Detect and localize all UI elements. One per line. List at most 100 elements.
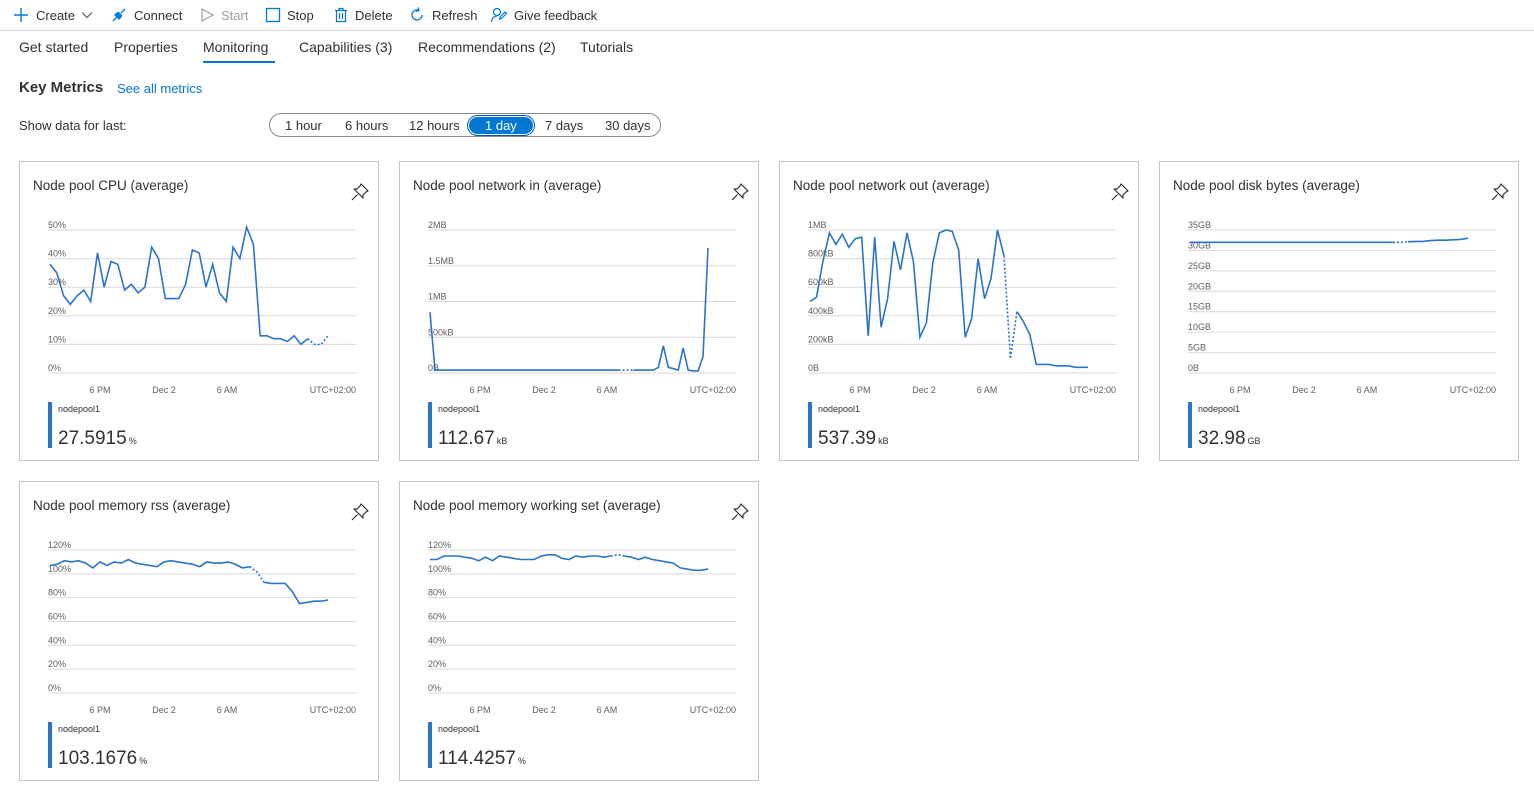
y-tick-label: 40% [48,249,66,259]
range-12-hours[interactable]: 12 hours [409,118,460,133]
cpu-chart: 0% 10% 20% 30% 40% 50% 6 PM Dec 2 6 AM UTC+02:00 [48,220,356,395]
legend-series-name: nodepool1 [438,724,481,734]
y-tick-label: 20% [428,659,446,669]
metric-card-disk-bytes[interactable]: 0B 5GB 10GB 15GB 20GB 25GB 30GB 35GB 6 PM Dec 26 … [1159,161,1519,461]
range-1-hour[interactable]: 1 hour [285,118,322,133]
series-line [429,312,619,371]
y-tick-label: 25GB [1188,261,1211,271]
x-tick-label: 6 AM [217,385,238,395]
refresh-button[interactable]: Refresh [408,4,478,26]
x-tick-label: Dec 2 [912,385,936,395]
legend-value: 114.4257% [438,748,526,770]
legend-color-bar [48,402,52,448]
pin-icon[interactable] [730,502,750,522]
y-tick-label: 80% [48,588,66,598]
pin-icon[interactable] [730,182,750,202]
value-unit: GB [1247,436,1261,446]
x-tick-label: 6 PM [89,705,110,715]
x-tick-label: Dec 2 [1292,385,1316,395]
legend-series-name: nodepool1 [58,724,101,734]
x-tick-label: 6 PM [89,385,110,395]
x-tick-label: UTC+02:00 [1450,385,1496,395]
x-tick-label: Dec 2 [532,385,556,395]
series-line [1016,311,1088,369]
y-tick-label: 35GB [1188,220,1211,230]
y-tick-label: 600kB [808,277,834,287]
y-tick-label: 100% [428,564,451,574]
refresh-label: Refresh [432,7,478,23]
x-tick-label: UTC+02:00 [310,385,356,395]
tab-recommendations[interactable]: Recommendations (2) [418,39,556,55]
see-all-metrics-link[interactable]: See all metrics [117,81,202,96]
range-1-day[interactable]: 1 day [469,117,533,134]
metric-card-cpu[interactable]: 0% 10% 20% 30% 40% 50% 6 PM Dec 26 AM UTC+02:00 … [19,161,379,461]
x-tick-label: UTC+02:00 [690,385,736,395]
legend-series-name: nodepool1 [58,404,101,414]
create-button[interactable]: Create [12,4,93,26]
value-number: 112.67 [438,428,495,449]
pin-icon[interactable] [1110,182,1130,202]
legend-value: 32.98 GB [1198,428,1261,450]
y-tick-label: 30% [48,277,66,287]
pin-icon[interactable] [350,182,370,202]
y-tick-label: 50% [48,220,66,230]
y-tick-label: 0B [808,363,819,373]
legend-color-bar [428,722,432,768]
card-title: Node pool disk bytes (average) [1173,178,1360,193]
delete-button[interactable]: Delete [333,4,393,26]
series-line [49,558,250,569]
pin-icon[interactable] [1490,182,1510,202]
active-tab-indicator [203,61,275,63]
y-tick-label: 0% [428,683,441,693]
stop-button[interactable]: Stop [265,4,314,26]
y-tick-label: 120% [48,540,71,550]
series-line [1407,237,1469,243]
start-button[interactable]: Start [199,4,248,26]
refresh-icon [408,6,426,24]
tab-properties[interactable]: Properties [114,39,178,55]
series-line-gap [249,566,265,583]
give-feedback-button[interactable]: Give feedback [490,4,597,26]
x-tick-label: 6 PM [849,385,870,395]
value-number: 114.4257 [438,748,516,769]
connect-button[interactable]: Connect [110,4,182,26]
legend-color-bar [428,402,432,448]
metric-card-network-out[interactable]: 0B 200kB 400kB 600kB 800kB 1MB 6 PM Dec 2 6 AM UT… [779,161,1139,461]
legend-value: 537.39 kB [818,428,889,450]
card-title: Node pool CPU (average) [33,178,189,193]
y-tick-label: 0B [1188,363,1199,373]
y-tick-label: 1MB [428,292,447,302]
metric-card-memory-rss[interactable]: 0% 20% 40% 60% 80% 100% 120% 6 PM Dec 26 AM UTC+0… [19,481,379,781]
start-label: Start [221,7,249,23]
create-label: Create [36,7,76,23]
chevron-down-icon [81,9,93,21]
series-line-gap [1003,255,1018,359]
tab-get-started[interactable]: Get started [19,39,88,55]
tab-tutorials[interactable]: Tutorials [580,39,633,55]
show-data-label: Show data for last: [19,118,127,133]
range-7-days[interactable]: 7 days [545,118,583,133]
legend-color-bar [48,722,52,768]
metric-card-network-in[interactable]: 0B 500kB 1MB 1.5MB 2MB 6 PM Dec 26 AM UTC+02:00… [399,161,759,461]
y-tick-label: 400kB [808,306,834,316]
range-30-days[interactable]: 30 days [605,118,651,133]
tab-monitoring[interactable]: Monitoring [203,39,268,55]
card-title: Node pool memory rss (average) [33,498,231,513]
y-tick-label: 5GB [1188,343,1206,353]
metric-card-memory-working-set[interactable]: 0% 20% 40% 60% 80% 100% 120% 6 PM Dec 2 6 AM UTC+0… [399,481,759,781]
range-6-hours[interactable]: 6 hours [345,118,388,133]
card-title: Node pool network in (average) [413,178,602,193]
x-tick-label: 6 AM [217,705,238,715]
card-title: Node pool memory working set (average) [413,498,661,513]
value-number: 537.39 [818,428,877,449]
x-tick-label: UTC+02:00 [690,705,736,715]
x-tick-label: 6 PM [469,385,490,395]
disk-bytes-chart: 0B5GB10GB15GB20GB25GB30GB35GB6 PM Dec 26 … [1188,220,1496,395]
tab-capabilities[interactable]: Capabilities (3) [299,39,392,55]
memory-working-set-chart: 0% 20% 40% 60% 80% 100% 120% 6 PM Dec 2 6 AM UTC+0… [428,540,736,715]
y-tick-label: 40% [428,635,446,645]
pin-icon[interactable] [350,502,370,522]
time-range-selector: 1 hour 6 hours 12 hours 1 day 7 days 30 … [269,113,661,137]
x-tick-label: 6 AM [977,385,998,395]
y-tick-label: 15GB [1188,302,1211,312]
